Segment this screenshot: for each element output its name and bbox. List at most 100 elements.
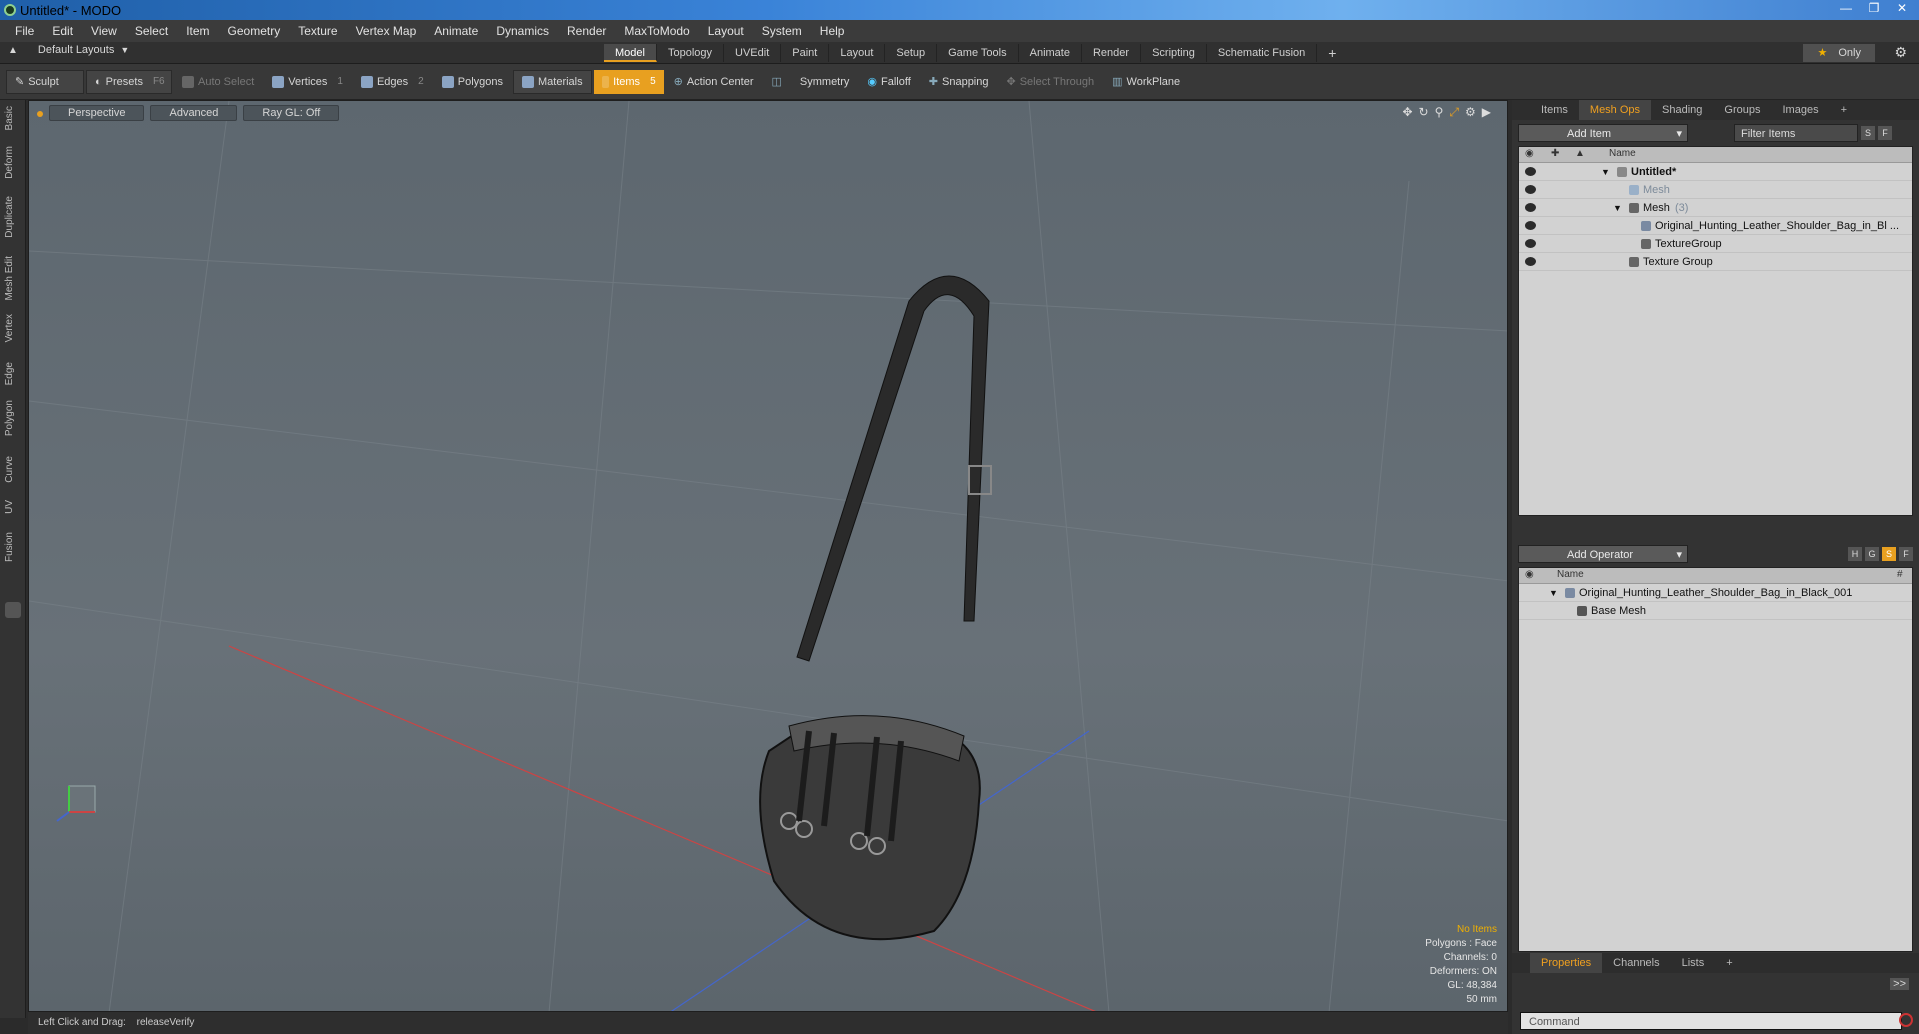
tab-model[interactable]: Model [604, 44, 657, 62]
ops-g-button[interactable]: G [1865, 547, 1879, 561]
falloff-button[interactable]: ◉ Falloff [859, 70, 918, 94]
layout-selector[interactable]: ▲ Default Layouts ▼ [8, 44, 129, 56]
tab-animate[interactable]: Animate [1019, 44, 1082, 62]
menu-geometry[interactable]: Geometry [219, 20, 290, 42]
menu-edit[interactable]: Edit [43, 20, 82, 42]
advanced-button[interactable]: Advanced [150, 105, 238, 121]
menu-dynamics[interactable]: Dynamics [487, 20, 558, 42]
close-button[interactable]: ✕ [1891, 0, 1913, 16]
fit-icon[interactable]: ⤢ [1449, 105, 1459, 120]
tab-items[interactable]: Items [1530, 100, 1579, 120]
menu-file[interactable]: File [6, 20, 43, 42]
polygons-button[interactable]: Polygons [434, 70, 511, 94]
add-properties-tab-icon[interactable]: + [1715, 953, 1743, 973]
menu-view[interactable]: View [82, 20, 126, 42]
vtab-uv[interactable]: UV [4, 500, 22, 514]
ops-f-button[interactable]: F [1899, 547, 1913, 561]
eye-icon[interactable] [1525, 203, 1536, 212]
eye-icon[interactable] [1525, 239, 1536, 248]
add-panel-tab-icon[interactable]: + [1830, 100, 1858, 120]
perspective-button[interactable]: Perspective [49, 105, 145, 121]
raygl-button[interactable]: Ray GL: Off [243, 105, 340, 121]
eye-icon[interactable] [1525, 185, 1536, 194]
vtab-edge[interactable]: Edge [4, 362, 22, 385]
tree-row-mesh-dim[interactable]: Mesh [1519, 181, 1912, 199]
tree-row-texture-group-1[interactable]: TextureGroup [1519, 235, 1912, 253]
vtab-deform[interactable]: Deform [4, 146, 22, 179]
op-row-base-mesh[interactable]: Base Mesh [1519, 602, 1912, 620]
materials-button[interactable]: Materials [513, 69, 592, 94]
tree-row-mesh-group[interactable]: ▼ Mesh (3) [1519, 199, 1912, 217]
vtab-basic[interactable]: Basic [4, 106, 22, 130]
items-button[interactable]: Items 5 [593, 69, 664, 94]
menu-vertex-map[interactable]: Vertex Map [347, 20, 426, 42]
tab-setup[interactable]: Setup [885, 44, 938, 62]
add-tab-icon[interactable]: + [1317, 44, 1347, 62]
items-f-button[interactable]: F [1878, 126, 1892, 140]
menu-system[interactable]: System [753, 20, 811, 42]
op-row-root[interactable]: ▼ Original_Hunting_Leather_Shoulder_Bag_… [1519, 584, 1912, 602]
tree-toggle-icon[interactable]: ▼ [1601, 163, 1610, 181]
tree-row-mesh-item[interactable]: Original_Hunting_Leather_Shoulder_Bag_in… [1519, 217, 1912, 235]
add-item-dropdown[interactable]: Add Item [1518, 124, 1688, 143]
menu-item[interactable]: Item [177, 20, 218, 42]
zoom-icon[interactable]: ⚲ [1435, 105, 1444, 120]
ops-h-button[interactable]: H [1848, 547, 1862, 561]
gear-icon[interactable]: ⚙ [1894, 44, 1907, 61]
tab-paint[interactable]: Paint [781, 44, 830, 62]
menu-layout[interactable]: Layout [699, 20, 753, 42]
tab-topology[interactable]: Topology [657, 44, 725, 62]
sculpt-button[interactable]: ✎ Sculpt [6, 69, 84, 94]
tab-properties[interactable]: Properties [1530, 953, 1603, 973]
tab-uvedit[interactable]: UVEdit [724, 44, 782, 62]
3d-viewport[interactable]: Perspective Advanced Ray GL: Off ✥ ↻ ⚲ ⤢… [28, 100, 1508, 1012]
tree-row-scene[interactable]: ▼ Untitled* [1519, 163, 1912, 181]
only-toggle[interactable]: ★ Only [1803, 44, 1875, 62]
play-icon[interactable]: ▶ [1482, 105, 1491, 120]
workplane-button[interactable]: ▥ WorkPlane [1104, 70, 1188, 94]
tree-toggle-icon[interactable]: ▼ [1549, 584, 1558, 602]
ops-s-button[interactable]: S [1882, 547, 1896, 561]
tab-shading[interactable]: Shading [1651, 100, 1713, 120]
tab-groups[interactable]: Groups [1713, 100, 1771, 120]
tab-mesh-ops[interactable]: Mesh Ops [1578, 100, 1652, 120]
command-stop-icon[interactable] [1899, 1013, 1913, 1027]
items-s-button[interactable]: S [1861, 126, 1875, 140]
tab-channels[interactable]: Channels [1602, 953, 1670, 973]
menu-texture[interactable]: Texture [289, 20, 346, 42]
expand-icon[interactable]: >> [1890, 978, 1909, 990]
menu-animate[interactable]: Animate [425, 20, 487, 42]
tab-layout[interactable]: Layout [829, 44, 886, 62]
tree-row-texture-group-2[interactable]: Texture Group [1519, 253, 1912, 271]
panel-toggle-icon[interactable] [5, 602, 21, 618]
vertices-button[interactable]: Vertices 1 [264, 70, 351, 94]
menu-help[interactable]: Help [811, 20, 854, 42]
pan-icon[interactable]: ✥ [1402, 105, 1412, 120]
filter-items-input[interactable]: Filter Items [1734, 124, 1858, 142]
command-input[interactable]: Command [1520, 1012, 1902, 1030]
tree-toggle-icon[interactable]: ▼ [1613, 199, 1622, 217]
add-operator-dropdown[interactable]: Add Operator [1518, 545, 1688, 564]
tab-schematic-fusion[interactable]: Schematic Fusion [1207, 44, 1318, 62]
action-center-button[interactable]: ⊕ Action Center [666, 70, 762, 94]
minimize-button[interactable]: — [1835, 0, 1857, 16]
eye-icon[interactable] [1525, 167, 1536, 176]
tab-lists[interactable]: Lists [1671, 953, 1716, 973]
menu-maxtomodo[interactable]: MaxToModo [615, 20, 698, 42]
vtab-fusion[interactable]: Fusion [4, 532, 22, 562]
tab-scripting[interactable]: Scripting [1141, 44, 1207, 62]
restore-button[interactable]: ❐ [1863, 0, 1885, 16]
select-through-button[interactable]: ✥ Select Through [999, 70, 1103, 94]
menu-render[interactable]: Render [558, 20, 615, 42]
viewport-gear-icon[interactable]: ⚙ [1465, 105, 1476, 120]
auto-select-button[interactable]: Auto Select [174, 70, 262, 94]
vtab-vertex[interactable]: Vertex [4, 314, 22, 342]
edges-button[interactable]: Edges 2 [353, 70, 432, 94]
vtab-duplicate[interactable]: Duplicate [4, 196, 22, 238]
symmetry-button[interactable]: ◫ Symmetry [764, 70, 858, 94]
menu-select[interactable]: Select [126, 20, 177, 42]
vtab-polygon[interactable]: Polygon [4, 400, 22, 436]
vtab-curve[interactable]: Curve [4, 456, 22, 483]
tab-game-tools[interactable]: Game Tools [937, 44, 1019, 62]
tab-images[interactable]: Images [1772, 100, 1830, 120]
